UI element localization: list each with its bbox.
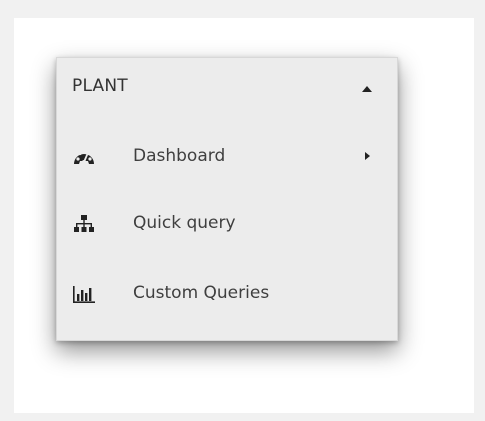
menu-item-label: Custom Queries — [133, 283, 270, 303]
menu-header-label: PLANT — [72, 76, 128, 96]
bar-chart-icon — [73, 284, 95, 304]
caret-right-icon — [365, 152, 370, 160]
sitemap-icon — [73, 214, 95, 234]
menu-item-label: Quick query — [133, 213, 236, 233]
menu-item-custom-queries[interactable]: Custom Queries — [57, 266, 397, 322]
menu-item-dashboard[interactable]: Dashboard — [57, 129, 397, 185]
menu-item-label: Dashboard — [133, 146, 226, 166]
caret-up-icon[interactable] — [362, 86, 372, 92]
plant-menu-panel: PLANT Dashboard Quick query Custom Queri… — [56, 57, 398, 341]
dashboard-icon — [73, 147, 95, 167]
menu-item-quick-query[interactable]: Quick query — [57, 196, 397, 252]
menu-header-plant[interactable]: PLANT — [57, 58, 397, 120]
